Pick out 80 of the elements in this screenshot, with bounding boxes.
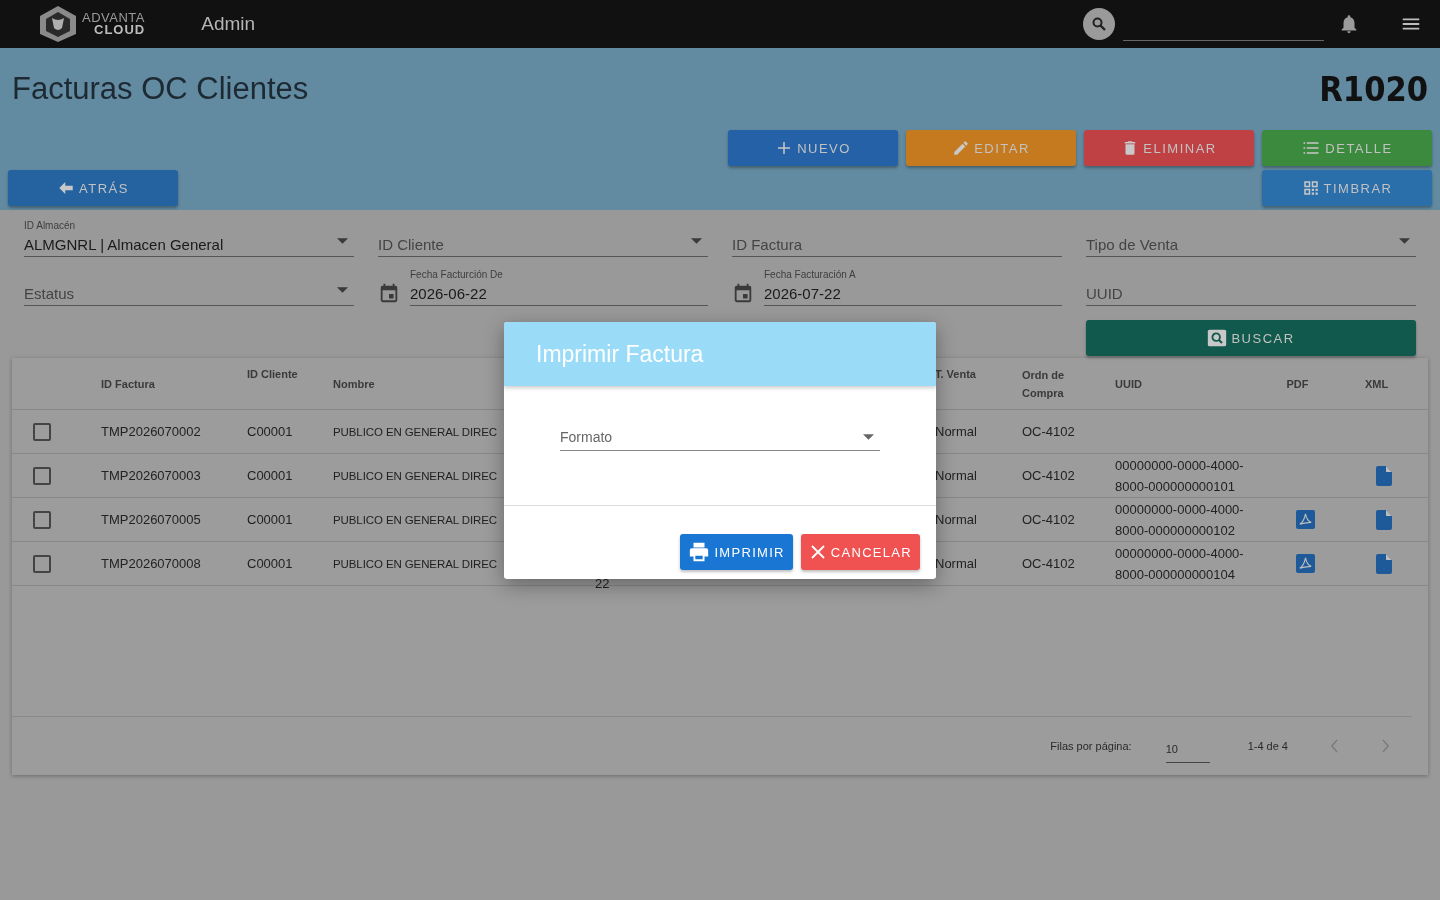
page-title: Facturas OC Clientes <box>12 71 309 107</box>
brand-name: ADVANTA <box>82 12 146 24</box>
brand-subtitle: CLOUD <box>93 24 146 36</box>
row-checkbox[interactable] <box>33 422 51 441</box>
table-cell: OC-4102 <box>1022 424 1075 439</box>
dialog-title: Imprimir Factura <box>536 340 704 368</box>
dropdown-caret-icon <box>863 434 874 440</box>
rows-per-page-label: Filas por página: <box>1050 740 1132 752</box>
table-cell-text: 00000000-0000-4000-8000-000000000102 <box>1115 500 1245 540</box>
table-cell: OC-4102 <box>1022 512 1075 527</box>
filter-field[interactable]: Tipo de Venta <box>1086 214 1416 257</box>
column-header: XML <box>1363 377 1390 390</box>
file-icon[interactable] <box>1376 509 1392 530</box>
row-checkbox[interactable] <box>33 466 51 485</box>
calendar-icon[interactable] <box>378 282 400 304</box>
table-cell: PUBLICO EN GENERAL DIREC <box>333 425 497 438</box>
table-cell: PUBLICO EN GENERAL DIREC <box>333 469 497 482</box>
filter-field[interactable]: UUID <box>1086 263 1416 306</box>
filter-field[interactable]: Fecha Facturción De 2026-06-22 <box>410 263 708 306</box>
search-button[interactable]: BUSCAR <box>1086 320 1416 356</box>
format-select[interactable]: Formato <box>560 424 880 451</box>
qr-code-icon <box>1301 179 1320 197</box>
table-cell: PUBLICO EN GENERAL DIREC <box>333 513 497 526</box>
action-button[interactable]: EDITAR <box>906 130 1076 166</box>
column-header: PDF <box>1285 377 1310 390</box>
table-cell: Normal <box>935 556 977 571</box>
close-icon <box>808 543 827 561</box>
table-cell: C00001 <box>247 556 293 571</box>
column-header: ID Factura <box>100 377 156 390</box>
filter-field[interactable]: Fecha Facturación A 2026-07-22 <box>764 263 1062 306</box>
filter-field[interactable]: ID Almacén ALMGNRL | Almacen General <box>24 214 354 257</box>
table-cell: Normal <box>935 424 977 439</box>
stamp-button[interactable]: TIMBRAR <box>1262 170 1432 206</box>
table-cell-text: 00000000-0000-4000-8000-000000000101 <box>1115 456 1245 496</box>
table-cell: Normal <box>935 512 977 527</box>
action-button[interactable]: DETALLE <box>1262 130 1432 166</box>
table-cell: TMP2026070003 <box>101 468 201 483</box>
filter-field[interactable]: Estatus <box>24 263 354 306</box>
table-cell: C00001 <box>247 512 293 527</box>
pdf-icon[interactable] <box>1295 510 1315 529</box>
file-icon[interactable] <box>1376 553 1392 574</box>
rows-per-page-select[interactable]: 10 <box>1165 735 1210 763</box>
filter-field[interactable]: ID Factura <box>732 214 1062 257</box>
pdf-icon[interactable] <box>1295 554 1315 573</box>
filter-field[interactable]: ID Cliente <box>378 214 708 257</box>
page-range: 1-4 de 4 <box>1247 740 1288 752</box>
column-header: ID Cliente <box>246 367 299 380</box>
table-cell: C00001 <box>247 424 293 439</box>
table-cell: OC-4102 <box>1022 468 1075 483</box>
calendar-icon[interactable] <box>732 282 754 304</box>
table-cell: TMP2026070008 <box>101 556 201 571</box>
table-cell-text: 00000000-0000-4000-8000-000000000104 <box>1115 544 1245 584</box>
action-button[interactable]: ELIMINAR <box>1084 130 1254 166</box>
dialog-button[interactable]: CANCELAR <box>800 534 920 570</box>
table-cell: C00001 <box>247 468 293 483</box>
table-cell: TMP2026070005 <box>101 512 201 527</box>
dialog-button[interactable]: IMPRIMIR <box>680 534 793 570</box>
row-checkbox[interactable] <box>33 554 51 573</box>
table-cell: Normal <box>935 468 977 483</box>
row-checkbox[interactable] <box>33 510 51 529</box>
section-title: Admin <box>201 13 256 35</box>
column-header: Ordn de Compra <box>1021 367 1066 401</box>
dropdown-caret-icon <box>337 287 348 293</box>
dropdown-caret-icon <box>337 238 348 244</box>
printer-icon <box>688 541 711 563</box>
column-header: UUID <box>1114 377 1143 390</box>
action-button[interactable]: NUEVO <box>728 130 898 166</box>
file-icon[interactable] <box>1376 465 1392 486</box>
back-button[interactable]: ATRÁS <box>8 170 178 206</box>
table-cell: 22 <box>595 576 610 591</box>
table-cell: PUBLICO EN GENERAL DIREC <box>333 557 497 570</box>
table-cell: TMP2026070002 <box>101 424 201 439</box>
pencil-icon <box>952 139 971 157</box>
column-header: Nombre <box>332 377 376 390</box>
search-icon[interactable] <box>1083 8 1115 40</box>
report-code: R1020 <box>1319 69 1428 109</box>
dropdown-caret-icon <box>1399 238 1410 244</box>
search-icon <box>1207 328 1228 348</box>
dropdown-caret-icon <box>691 238 702 244</box>
table-cell: OC-4102 <box>1022 556 1075 571</box>
